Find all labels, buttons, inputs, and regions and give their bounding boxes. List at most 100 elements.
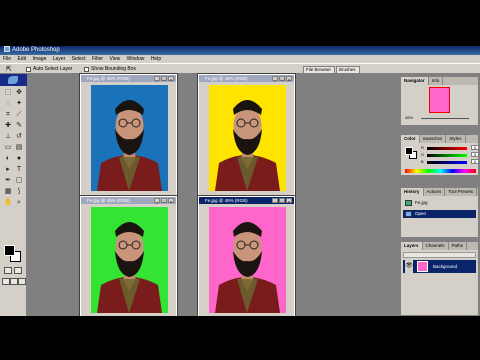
tab-styles[interactable]: Styles [446,135,466,143]
auto-select-label: Auto Select Layer [33,66,73,72]
menu-help[interactable]: Help [151,55,161,63]
bounding-box-checkbox[interactable] [84,67,89,72]
clone-stamp-icon[interactable]: ⊥ [3,132,13,141]
eye-icon[interactable]: 👁 [405,260,413,273]
red-value[interactable]: 0 [471,145,479,150]
color-spectrum[interactable] [405,169,476,173]
notes-tool-icon[interactable]: ▦ [3,187,13,196]
move-tool-icon[interactable]: ✥ [14,88,24,97]
screen-mode-full-menu[interactable] [10,278,18,285]
document-window-pink[interactable]: Fe.jpg @ 45% (RGB) _ □ x [197,195,296,316]
red-slider[interactable] [427,147,467,150]
blue-label: B [421,159,424,164]
maximize-button[interactable]: □ [161,198,167,204]
menu-edit[interactable]: Edit [17,55,26,63]
move-tool-icon[interactable]: ⇱ [6,66,12,73]
menu-image[interactable]: Image [32,55,46,63]
menu-file[interactable]: File [3,55,11,63]
type-tool-icon[interactable]: T [14,165,24,174]
snapshot-thumbnail [405,200,412,206]
blend-mode-select[interactable] [403,252,476,258]
tab-navigator[interactable]: Navigator [401,77,429,85]
zoom-slider[interactable] [421,118,469,119]
brush-tool-icon[interactable]: ✎ [14,121,24,130]
close-button[interactable]: x [168,76,174,82]
screen-mode-standard[interactable] [2,278,10,285]
title-bar: Adobe Photoshop [0,46,480,55]
healing-brush-icon[interactable]: ✚ [3,121,13,130]
document-window-green[interactable]: Fe.jpg @ 45% (RGB) _ □ x [79,195,178,316]
close-button[interactable]: x [168,198,174,204]
slice-tool-icon[interactable]: ⟋ [14,110,24,119]
maximize-button[interactable]: □ [279,198,285,204]
brushes-tab[interactable]: Brushes [336,66,360,74]
close-button[interactable]: x [286,76,292,82]
standard-mode-button[interactable] [4,267,12,274]
photo-canvas [209,207,286,313]
tab-paths[interactable]: Paths [449,242,468,250]
color-foreground-swatch[interactable] [405,147,413,155]
shape-tool-icon[interactable]: ▢ [14,176,24,185]
tab-tool-presets[interactable]: Tool Presets [445,188,478,196]
magic-wand-icon[interactable]: ✦ [14,99,24,108]
minimize-button[interactable]: _ [272,198,278,204]
blur-tool-icon[interactable]: ◐ [3,154,13,163]
zoom-tool-icon[interactable]: ⌕ [14,198,24,207]
close-button[interactable]: x [286,198,292,204]
tab-swatches[interactable]: Swatches [420,135,447,143]
tab-actions[interactable]: Actions [424,188,446,196]
minimize-button[interactable]: _ [154,198,160,204]
crop-tool-icon[interactable]: ⌗ [3,110,13,119]
screen-mode-full[interactable] [18,278,26,285]
blue-slider[interactable] [427,161,467,164]
zoom-level[interactable]: 45% [405,115,413,120]
tab-history[interactable]: History [401,188,424,196]
marquee-tool-icon[interactable]: ⬚ [3,88,13,97]
color-tabs: Color Swatches Styles [401,135,478,143]
quick-mask-button[interactable] [14,267,22,274]
history-state-label: Open [415,211,427,216]
window-controls: _ □ x [153,198,174,204]
toolbox: ⬚ ✥ ◌ ✦ ⌗ ⟋ ✚ ✎ ⊥ ↺ ▭ ▤ ◐ ● ▸ T ✒ ▢ ▦ ⟆ … [0,74,27,316]
document-window-yellow[interactable]: Fe.jpg @ 45% (RGB) _ □ x [197,73,296,199]
tab-color[interactable]: Color [401,135,420,143]
pen-tool-icon[interactable]: ✒ [3,176,13,185]
green-slider[interactable] [427,154,467,157]
menu-select[interactable]: Select [72,55,86,63]
navigator-thumbnail[interactable] [429,87,450,113]
history-snapshot[interactable]: Fe.jpg [403,199,476,207]
menu-view[interactable]: View [109,55,120,63]
menu-filter[interactable]: Filter [92,55,103,63]
dodge-tool-icon[interactable]: ● [14,154,24,163]
photo-canvas [209,85,286,191]
document-window-blue[interactable]: Fe.jpg @ 45% (RGB) _ □ x [79,73,178,199]
blue-value[interactable]: 0 [471,159,479,164]
foreground-color-swatch[interactable] [4,245,15,256]
hand-tool-icon[interactable]: ✋ [3,198,13,207]
navigator-panel: Navigator Info 45% [400,76,479,126]
tab-channels[interactable]: Channels [423,242,449,250]
eyedropper-icon[interactable]: ⟆ [14,187,24,196]
minimize-button[interactable]: _ [272,76,278,82]
green-channel-row: G0 [421,152,479,158]
menu-window[interactable]: Window [127,55,145,63]
menu-layer[interactable]: Layer [53,55,66,63]
gradient-tool-icon[interactable]: ▤ [14,143,24,152]
minimize-button[interactable]: _ [154,76,160,82]
file-browser-tab[interactable]: File Browser [303,66,335,74]
history-brush-icon[interactable]: ↺ [14,132,24,141]
maximize-button[interactable]: □ [161,76,167,82]
window-controls: _ □ x [153,76,174,82]
lasso-tool-icon[interactable]: ◌ [3,99,13,108]
auto-select-checkbox[interactable] [26,67,31,72]
tab-info[interactable]: Info [429,77,444,85]
eraser-tool-icon[interactable]: ▭ [3,143,13,152]
window-title: Adobe Photoshop [12,47,60,53]
maximize-button[interactable]: □ [279,76,285,82]
tab-layers[interactable]: Layers [401,242,423,250]
path-select-icon[interactable]: ▸ [3,165,13,174]
layer-background[interactable]: 👁 Background [403,260,476,273]
layers-panel: Layers Channels Paths 👁 Background [400,241,479,316]
green-value[interactable]: 0 [471,152,479,157]
history-state-open[interactable]: Open [403,210,476,218]
